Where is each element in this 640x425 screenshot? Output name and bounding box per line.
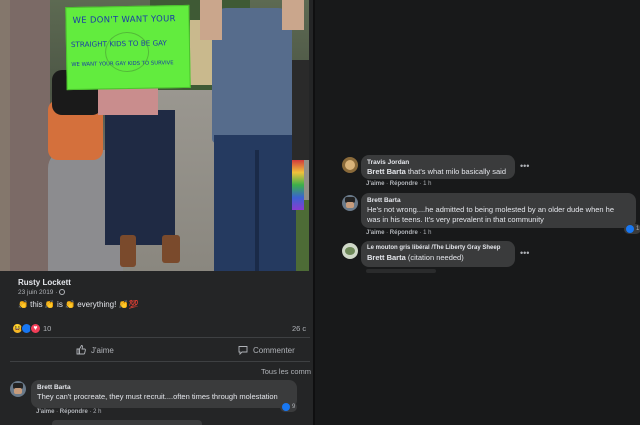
comment-author[interactable]: Brett Barta [367, 196, 630, 205]
comment-mention[interactable]: Brett Barta [367, 167, 406, 176]
globe-icon [59, 289, 66, 295]
comment-bubble: Le mouton gris libéral /The Liberty Gray… [361, 241, 515, 267]
protest-sign: WE DON'T WANT YOUR STRAIGHT KIDS TO BE G… [65, 4, 191, 91]
panel-divider [313, 0, 315, 425]
post-author[interactable]: Rusty Lockett [18, 278, 71, 287]
post-photo[interactable]: WE DON'T WANT YOUR STRAIGHT KIDS TO BE G… [0, 0, 309, 271]
love-reaction-icon: ♥ [30, 322, 41, 334]
comment-button-label: Commenter [253, 345, 295, 355]
post-date-text: 23 juin 2019 · [18, 289, 60, 296]
comment-like-count[interactable]: 9 [280, 402, 298, 412]
comment-button[interactable]: Commenter [238, 343, 295, 357]
divider-top [10, 337, 310, 338]
comment-options-button[interactable]: ••• [520, 161, 529, 171]
reply-input-edge[interactable] [52, 420, 202, 425]
comment-bubble: Brett Barta He's not wrong....he admitte… [361, 193, 636, 228]
thumbs-up-icon [76, 345, 86, 355]
divider-bottom [10, 361, 310, 362]
comment-sort-dropdown[interactable]: Tous les comm [261, 367, 311, 376]
comment-text: Brett Barta that's what milo basically s… [367, 167, 506, 176]
like-badge-icon [282, 403, 290, 411]
post-panel: WE DON'T WANT YOUR STRAIGHT KIDS TO BE G… [0, 0, 313, 425]
comment-author[interactable]: Le mouton gris libéral /The Liberty Gray… [367, 244, 509, 253]
comment-like-link[interactable]: J'aime [366, 181, 384, 187]
like-badge-icon [626, 225, 634, 233]
avatar[interactable] [342, 195, 358, 211]
comment-meta: J'aime · Répondre · 2 h [36, 409, 102, 415]
like-button-label: J'aime [91, 345, 114, 355]
comment-time[interactable]: 1 h [423, 230, 431, 236]
comment-author[interactable]: Brett Barta [37, 383, 291, 392]
comment-like-count[interactable]: 1 [624, 224, 640, 234]
avatar[interactable] [342, 243, 358, 259]
comment-options-button[interactable]: ••• [520, 248, 529, 258]
comment-time[interactable]: 2 h [93, 409, 101, 415]
avatar[interactable] [10, 381, 26, 397]
comment-author[interactable]: Travis Jordan [367, 158, 509, 167]
comment-reply-link[interactable]: Répondre [390, 181, 418, 187]
comment-reply-link[interactable]: Répondre [390, 230, 418, 236]
comment-bubble: Travis Jordan Brett Barta that's what mi… [361, 155, 515, 179]
comments-count[interactable]: 26 c [292, 324, 306, 333]
reaction-icons[interactable]: 😆 ♥ [12, 322, 41, 334]
post-text: 👏 this 👏 is 👏 everything! 👏💯 [18, 300, 139, 309]
comment-reply-link[interactable]: Répondre [60, 409, 88, 415]
comment-bubble: Brett Barta They can't procreate, they m… [31, 380, 297, 408]
comment-text: Brett Barta (citation needed) [367, 253, 464, 262]
comment-text-line-2: was in his teens. It's very prevalent in… [367, 215, 544, 224]
reaction-count[interactable]: 10 [43, 324, 51, 333]
avatar[interactable] [342, 157, 358, 173]
comment-meta: J'aime · Répondre · 1 h [366, 230, 432, 236]
sign-line-1: WE DON'T WANT YOUR [72, 14, 176, 26]
comment-text: They can't procreate, they must recruit.… [37, 392, 278, 401]
comment-text-line-1: He's not wrong....he admitted to being m… [367, 205, 615, 214]
comment-meta-cutoff [366, 269, 436, 273]
comment-time[interactable]: 1 h [423, 181, 431, 187]
comment-like-link[interactable]: J'aime [36, 409, 54, 415]
comment-like-link[interactable]: J'aime [366, 230, 384, 236]
comment-meta: J'aime · Répondre · 1 h [366, 181, 432, 187]
comment-icon [238, 346, 248, 355]
post-date[interactable]: 23 juin 2019 · [18, 289, 66, 296]
comment-mention[interactable]: Brett Barta [367, 253, 406, 262]
like-button[interactable]: J'aime [76, 343, 114, 357]
